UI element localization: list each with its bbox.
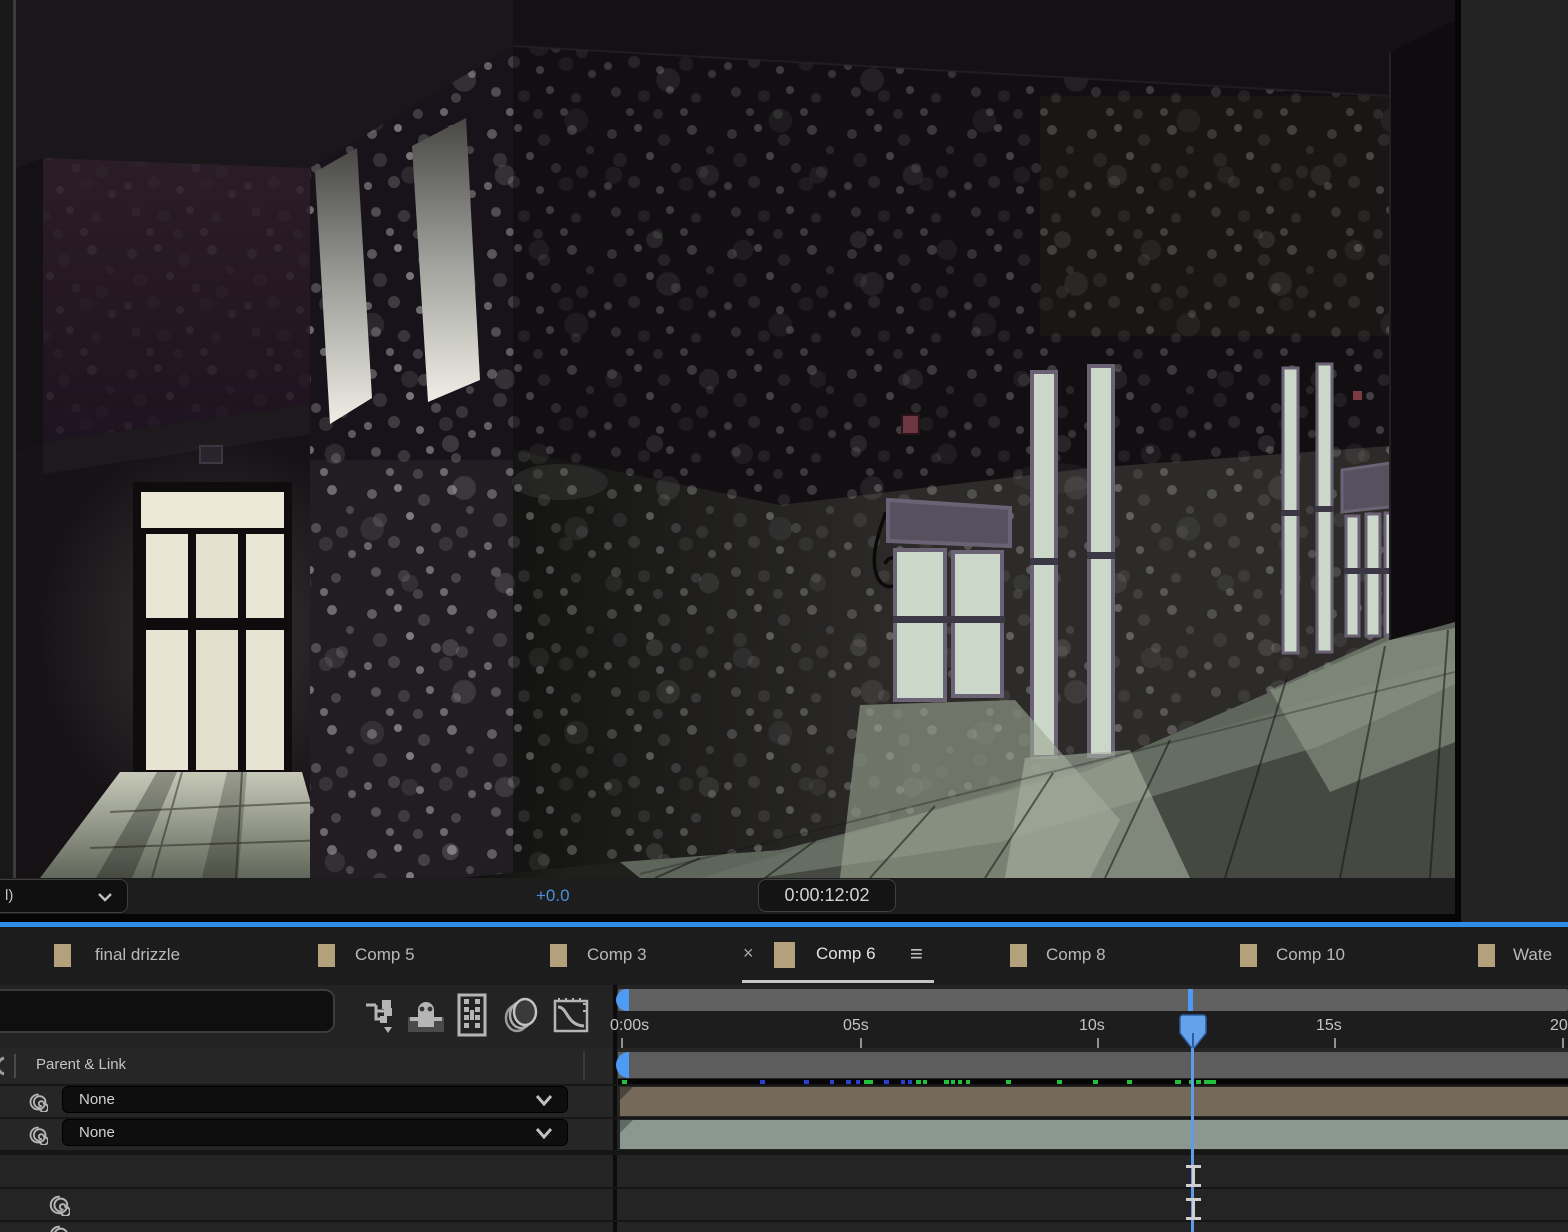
timecode-value: 0:00:12:02 <box>784 885 870 905</box>
viewer-toolbar: l) +0.0 0:00:12:02 <box>0 878 1455 914</box>
graph-editor-icon[interactable] <box>550 995 592 1037</box>
timeline-toolbar: 0:00s 05s 10s 15s 20 <box>0 985 1568 1048</box>
ruler-label: 0:00s <box>610 1017 650 1034</box>
magnification-dropdown[interactable]: l) <box>0 879 128 913</box>
composition-viewer: l) +0.0 0:00:12:02 <box>0 0 1456 922</box>
scene-corner-wall <box>310 46 513 878</box>
red-sign-small <box>1353 391 1362 400</box>
tab-label: Comp 10 <box>1276 945 1345 964</box>
timeline-tab-bar: final drizzle Comp 5 Comp 3 × Comp 6 ≡ C… <box>0 927 1568 985</box>
tab-label: Comp 6 <box>816 944 876 963</box>
parent-dropdown-2[interactable]: None <box>62 1119 568 1146</box>
comp-swatch <box>1478 944 1495 967</box>
tab-label: final drizzle <box>95 945 181 964</box>
parent-link-header[interactable]: Parent & Link <box>36 1056 126 1073</box>
chevron-down-icon <box>535 1128 553 1140</box>
comp-swatch <box>54 944 71 967</box>
tab-menu-icon[interactable]: ≡ <box>910 941 923 967</box>
viewer-left-edge <box>13 0 16 878</box>
timeline-panel: final drizzle Comp 5 Comp 3 × Comp 6 ≡ C… <box>0 927 1568 1232</box>
pickwhip-spiral-icon[interactable] <box>48 1194 70 1216</box>
chevron-down-icon <box>535 1095 553 1107</box>
timecode-field[interactable]: 0:00:12:02 <box>758 879 896 912</box>
layer-bar-1[interactable] <box>620 1087 1568 1116</box>
ruler-label: 10s <box>1079 1017 1105 1034</box>
tab-label: Comp 3 <box>587 945 647 964</box>
parent-value: None <box>79 1091 115 1108</box>
active-tab-underline <box>742 980 934 983</box>
tab-label: Wate <box>1513 945 1553 964</box>
layer-in-notch <box>620 1087 633 1100</box>
viewer-bottom-strip <box>0 914 1455 922</box>
ibeam-cursor <box>1186 1165 1201 1187</box>
layer-in-notch <box>620 1120 633 1133</box>
layer-row-3[interactable] <box>0 1155 1568 1187</box>
comp-swatch <box>318 944 335 967</box>
time-ruler[interactable]: 0:00s 05s 10s 15s 20 <box>610 1011 1568 1048</box>
layer-row-4[interactable] <box>0 1189 1568 1220</box>
layer-bar-2[interactable] <box>620 1120 1568 1149</box>
ibeam-cursor <box>1186 1198 1201 1220</box>
ruler-label: 15s <box>1316 1017 1342 1034</box>
ruler-label: 20 <box>1550 1017 1568 1034</box>
layer-row-1[interactable]: None <box>0 1086 1568 1117</box>
scene-right-wall-upper <box>512 45 1391 505</box>
shy-ghost-icon[interactable] <box>405 997 447 1035</box>
tab-label: Comp 5 <box>355 945 415 964</box>
timeline-navigator-bar[interactable] <box>616 989 1568 1011</box>
layer-row-5[interactable] <box>0 1222 1568 1232</box>
ruler-label: 05s <box>843 1017 869 1034</box>
pickwhip-spiral-icon[interactable] <box>28 1092 48 1112</box>
parent-value: None <box>79 1124 115 1141</box>
comp-swatch <box>550 944 567 967</box>
motion-blur-icon[interactable] <box>500 995 542 1037</box>
composition-scene[interactable] <box>0 0 1456 879</box>
after-effects-window: l) +0.0 0:00:12:02 final drizzle Comp 5 … <box>0 0 1568 1232</box>
scene-right-shadow <box>1390 20 1455 640</box>
filmstrip-icon[interactable] <box>453 993 491 1037</box>
comp-swatch <box>1240 944 1257 967</box>
timeline-column-header-row: Parent & Link <box>0 1048 1568 1087</box>
timeline-search-input[interactable] <box>0 989 335 1033</box>
flowchart-icon[interactable] <box>360 997 398 1035</box>
pickwhip-spiral-icon[interactable] <box>28 1125 48 1145</box>
pickwhip-spiral-icon[interactable] <box>48 1224 70 1232</box>
layer-row-2[interactable]: None <box>0 1119 1568 1150</box>
partial-column-icon <box>0 1056 5 1076</box>
navigator-start-handle[interactable] <box>616 989 629 1011</box>
tab-label: Comp 8 <box>1046 945 1106 964</box>
comp-swatch <box>1010 944 1027 967</box>
chevron-down-icon <box>98 893 112 902</box>
scene-left-wall <box>43 158 310 442</box>
preview-panel: Info Preview Shortcut Option+N Include: … <box>1461 0 1568 922</box>
exposure-value[interactable]: +0.0 <box>536 886 570 906</box>
scene-lit-doorway-left <box>133 482 292 778</box>
red-sign <box>901 414 920 435</box>
playhead-head[interactable] <box>1179 1013 1207 1049</box>
work-area-start-handle[interactable] <box>616 1052 629 1078</box>
navigator-playhead-tick <box>1188 989 1193 1011</box>
comp-swatch <box>774 942 795 968</box>
close-icon[interactable]: × <box>743 943 754 964</box>
magnification-value: l) <box>5 887 14 904</box>
work-area-bar[interactable] <box>616 1052 1568 1078</box>
parent-dropdown-1[interactable]: None <box>62 1086 568 1113</box>
